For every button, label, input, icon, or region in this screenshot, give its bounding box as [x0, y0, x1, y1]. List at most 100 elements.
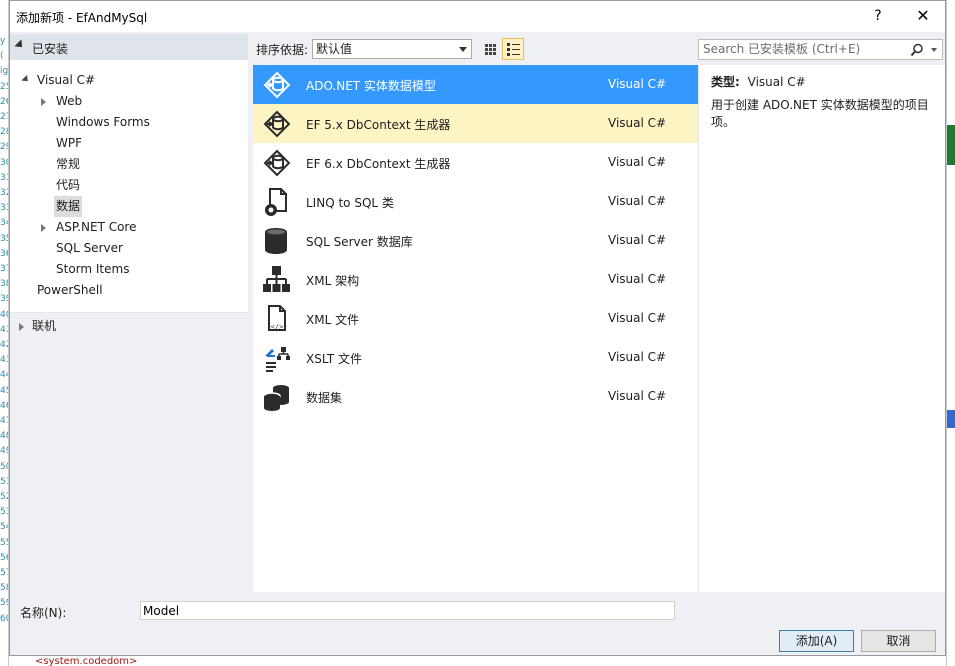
line-number: 28 — [0, 127, 8, 138]
tree-node[interactable]: Storm Items — [56, 259, 129, 280]
sort-value: 默认值 — [316, 42, 353, 56]
template-language: Visual C# — [608, 194, 667, 208]
expand-icon[interactable] — [41, 98, 46, 106]
template-name: ADO.NET 实体数据模型 — [306, 79, 436, 93]
tree-node[interactable]: ASP.NET Core — [56, 217, 136, 238]
template-item[interactable]: 数据集 Visual C# — [253, 377, 698, 416]
line-number: 50 — [0, 461, 8, 472]
template-language: Visual C# — [608, 389, 667, 403]
line-number: 30 — [0, 157, 8, 168]
tree-node-online[interactable]: 联机 — [32, 316, 56, 337]
line-number: 26 — [0, 96, 8, 107]
line-number: 38 — [0, 279, 8, 290]
line-number: 49 — [0, 446, 8, 457]
name-input[interactable] — [140, 601, 675, 620]
expand-icon[interactable] — [41, 224, 46, 232]
template-name: SQL Server 数据库 — [306, 235, 413, 249]
line-number: 45 — [0, 385, 8, 396]
line-number: 42 — [0, 340, 8, 350]
line-number: 36 — [0, 248, 8, 259]
line-number: y — [0, 36, 6, 46]
tree-node[interactable]: Visual C# — [37, 70, 95, 91]
line-number: ( — [0, 51, 4, 62]
line-number: 56 — [0, 552, 8, 563]
sort-label: 排序依据: — [256, 43, 309, 57]
line-number: 41 — [0, 324, 8, 335]
line-number: 25 — [0, 81, 8, 92]
tree-node[interactable]: 代码 — [56, 175, 80, 196]
small-icons-view-button[interactable] — [479, 39, 501, 59]
line-number: 27 — [0, 112, 8, 122]
template-name: XSLT 文件 — [306, 352, 363, 366]
installed-header[interactable]: 已安装 — [10, 34, 248, 60]
dialog-body: 已安装 Visual C# Web Windows Forms WPF 常规 代码 数据 AS… — [10, 32, 945, 655]
template-language: Visual C# — [608, 311, 667, 325]
tree-node[interactable]: 数据 — [54, 196, 83, 217]
line-number: 53 — [0, 507, 8, 518]
tree-node[interactable]: PowerShell — [37, 280, 103, 301]
line-number: 54 — [0, 522, 8, 533]
template-language: Visual C# — [608, 233, 667, 247]
line-number: 57 — [0, 568, 8, 578]
line-number: 31 — [0, 172, 8, 183]
background-editor-gutter: y (ig 25 26 27 28 29 30 31 32 33 34 35 36 37 38 39 40 41 42… — [0, 0, 9, 666]
sort-dropdown[interactable]: 默认值 — [312, 39, 472, 59]
template-language: Visual C# — [608, 116, 667, 130]
close-button[interactable]: ✕ — [910, 5, 936, 27]
chevron-down-icon[interactable] — [931, 48, 937, 52]
line-number: ig — [0, 66, 9, 77]
tree-node[interactable]: WPF — [56, 133, 82, 154]
line-number: 43 — [0, 355, 8, 366]
installed-label: 已安装 — [32, 42, 69, 56]
dataset-icon — [261, 381, 293, 413]
search-icon — [910, 43, 923, 57]
list-view-button[interactable] — [502, 38, 524, 60]
description-text: 用于创建 ADO.NET 实体数据模型的项目项。 — [711, 98, 929, 129]
line-number: 29 — [0, 142, 8, 153]
template-item[interactable]: LINQ to SQL 类 Visual C# — [253, 182, 698, 221]
template-item[interactable]: XSLT 文件 Visual C# — [253, 338, 698, 377]
tree-node[interactable]: SQL Server — [56, 238, 123, 259]
expand-icon — [14, 39, 26, 51]
add-button[interactable]: 添加(A) — [779, 630, 854, 652]
tree-node[interactable]: Web — [56, 91, 82, 112]
help-button[interactable]: ? — [866, 5, 890, 27]
line-number: 60 — [0, 613, 8, 624]
cancel-button[interactable]: 取消 — [861, 630, 936, 652]
tree-node[interactable]: 常规 — [56, 154, 80, 175]
search-input[interactable]: Search 已安装模板 (Ctrl+E) — [698, 39, 943, 60]
line-number: 46 — [0, 400, 8, 411]
template-name: XML 架构 — [306, 274, 360, 288]
template-item[interactable]: EF 5.x DbContext 生成器 Visual C# — [253, 104, 698, 143]
line-number: 58 — [0, 583, 8, 594]
line-number: 55 — [0, 537, 8, 548]
template-item[interactable]: ADO.NET 实体数据模型 Visual C# — [253, 65, 698, 104]
template-item[interactable]: XML 架构 Visual C# — [253, 260, 698, 299]
template-name: EF 5.x DbContext 生成器 — [306, 118, 451, 132]
line-number: 34 — [0, 218, 8, 229]
line-number: 40 — [0, 309, 8, 320]
line-number: 39 — [0, 294, 8, 305]
xml-schema-icon — [261, 264, 293, 296]
type-label: 类型: — [711, 75, 740, 89]
expand-icon[interactable] — [21, 74, 31, 85]
line-number: 47 — [0, 416, 8, 426]
line-number: 44 — [0, 370, 8, 381]
template-item[interactable]: </> XML 文件 Visual C# — [253, 299, 698, 338]
template-name: LINQ to SQL 类 — [306, 196, 394, 210]
line-number: 37 — [0, 264, 8, 274]
template-language: Visual C# — [608, 155, 667, 169]
search-placeholder: Search 已安装模板 (Ctrl+E) — [703, 42, 861, 56]
linq-to-sql-icon — [261, 186, 293, 218]
tree-node[interactable]: Windows Forms — [56, 112, 150, 133]
template-name: XML 文件 — [306, 313, 360, 327]
xml-file-icon: </> — [261, 303, 293, 335]
type-value: Visual C# — [747, 75, 806, 89]
expand-icon[interactable] — [19, 323, 24, 331]
template-name: 数据集 — [306, 391, 343, 405]
add-new-item-dialog: 添加新项 - EfAndMySql ? ✕ 已安装 Visual C# Web Wi… — [9, 0, 946, 656]
template-item[interactable]: EF 6.x DbContext 生成器 Visual C# — [253, 143, 698, 182]
line-number: 51 — [0, 476, 8, 487]
template-item[interactable]: SQL Server 数据库 Visual C# — [253, 221, 698, 260]
dbcontext-generator-icon — [261, 108, 293, 140]
